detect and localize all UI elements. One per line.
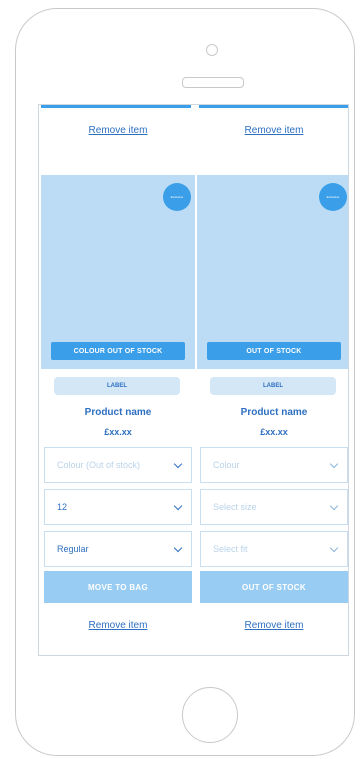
size-select-value: 12 bbox=[57, 502, 68, 512]
fit-select[interactable]: Select fit bbox=[200, 531, 348, 567]
colour-select[interactable]: Colour (Out of stock) bbox=[44, 447, 192, 483]
chevron-down-icon bbox=[173, 501, 183, 510]
fit-select[interactable]: Regular bbox=[44, 531, 192, 567]
size-select-value: Select size bbox=[213, 502, 257, 512]
home-button[interactable] bbox=[182, 687, 238, 743]
stock-status-banner: COLOUR OUT OF STOCK bbox=[51, 342, 185, 360]
move-to-bag-button[interactable]: MOVE TO BAG bbox=[44, 571, 192, 603]
out-of-stock-button[interactable]: OUT OF STOCK bbox=[200, 571, 348, 603]
product-price: £xx.xx bbox=[260, 427, 288, 437]
colour-select-value: Colour bbox=[213, 460, 240, 470]
chevron-down-icon bbox=[173, 459, 183, 468]
product-name[interactable]: Product name bbox=[197, 407, 348, 418]
stock-status-banner: OUT OF STOCK bbox=[207, 342, 341, 360]
remove-item-link[interactable]: Remove item bbox=[41, 125, 195, 136]
size-select[interactable]: 12 bbox=[44, 489, 192, 525]
chevron-down-icon bbox=[329, 459, 339, 468]
product-image[interactable]: Exclusive COLOUR OUT OF STOCK bbox=[41, 175, 195, 369]
product-label: LABEL bbox=[210, 377, 336, 395]
exclusive-badge: Exclusive bbox=[319, 183, 347, 211]
screen: Remove item Exclusive COLOUR OUT OF STOC… bbox=[38, 104, 349, 656]
fit-select-value: Select fit bbox=[213, 544, 248, 554]
exclusive-badge: Exclusive bbox=[163, 183, 191, 211]
remove-item-link[interactable]: Remove item bbox=[197, 125, 348, 136]
product-card-2: Remove item Exclusive OUT OF STOCK LABEL… bbox=[197, 105, 348, 655]
fit-select-value: Regular bbox=[57, 544, 89, 554]
colour-select-value: Colour (Out of stock) bbox=[57, 460, 141, 470]
product-price: £xx.xx bbox=[104, 427, 132, 437]
product-image[interactable]: Exclusive OUT OF STOCK bbox=[197, 175, 348, 369]
camera-icon bbox=[206, 44, 218, 56]
chevron-down-icon bbox=[329, 543, 339, 552]
colour-select[interactable]: Colour bbox=[200, 447, 348, 483]
product-card-1: Remove item Exclusive COLOUR OUT OF STOC… bbox=[41, 105, 195, 655]
chevron-down-icon bbox=[329, 501, 339, 510]
product-label: LABEL bbox=[54, 377, 180, 395]
product-name[interactable]: Product name bbox=[41, 407, 195, 418]
remove-item-link[interactable]: Remove item bbox=[197, 620, 348, 631]
chevron-down-icon bbox=[173, 543, 183, 552]
speaker-grille bbox=[182, 77, 244, 88]
remove-item-link[interactable]: Remove item bbox=[41, 620, 195, 631]
size-select[interactable]: Select size bbox=[200, 489, 348, 525]
